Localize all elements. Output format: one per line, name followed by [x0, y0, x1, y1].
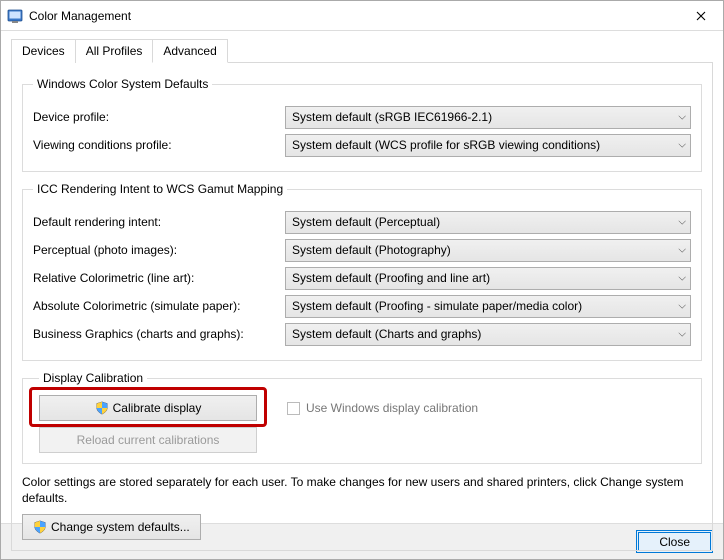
relative-colorimetric-value: System default (Proofing and line art): [292, 271, 490, 285]
absolute-colorimetric-label: Absolute Colorimetric (simulate paper):: [33, 299, 285, 313]
perceptual-value: System default (Photography): [292, 243, 451, 257]
chevron-down-icon: ⌵: [678, 273, 686, 284]
viewing-conditions-combobox[interactable]: System default (WCS profile for sRGB vie…: [285, 134, 691, 157]
perceptual-combobox[interactable]: System default (Photography) ⌵: [285, 239, 691, 262]
group-wcs-defaults: Windows Color System Defaults Device pro…: [22, 77, 702, 172]
use-windows-calibration-label: Use Windows display calibration: [306, 401, 478, 415]
checkbox-box: [287, 402, 300, 415]
change-system-defaults-label: Change system defaults...: [51, 520, 190, 534]
close-window-button[interactable]: [678, 1, 723, 31]
chevron-down-icon: ⌵: [678, 329, 686, 340]
chevron-down-icon: ⌵: [678, 140, 686, 151]
tab-devices[interactable]: Devices: [11, 39, 76, 63]
group-icc-mapping-legend: ICC Rendering Intent to WCS Gamut Mappin…: [33, 182, 287, 196]
group-icc-mapping: ICC Rendering Intent to WCS Gamut Mappin…: [22, 182, 702, 361]
device-profile-combobox[interactable]: System default (sRGB IEC61966-2.1) ⌵: [285, 106, 691, 129]
uac-shield-icon: [33, 520, 47, 534]
relative-colorimetric-combobox[interactable]: System default (Proofing and line art) ⌵: [285, 267, 691, 290]
absolute-colorimetric-combobox[interactable]: System default (Proofing - simulate pape…: [285, 295, 691, 318]
tab-strip: Devices All Profiles Advanced: [11, 39, 713, 62]
reload-calibrations-label: Reload current calibrations: [77, 433, 220, 447]
chevron-down-icon: ⌵: [678, 217, 686, 228]
business-graphics-value: System default (Charts and graphs): [292, 327, 481, 341]
calibrate-display-button[interactable]: Calibrate display: [39, 395, 257, 421]
business-graphics-combobox[interactable]: System default (Charts and graphs) ⌵: [285, 323, 691, 346]
info-text: Color settings are stored separately for…: [22, 474, 702, 506]
calibrate-display-label: Calibrate display: [113, 401, 202, 415]
relative-colorimetric-label: Relative Colorimetric (line art):: [33, 271, 285, 285]
titlebar: Color Management: [1, 1, 723, 31]
viewing-conditions-value: System default (WCS profile for sRGB vie…: [292, 138, 600, 152]
tab-all-profiles[interactable]: All Profiles: [75, 39, 154, 63]
default-intent-combobox[interactable]: System default (Perceptual) ⌵: [285, 211, 691, 234]
group-display-calibration-legend: Display Calibration: [39, 371, 147, 385]
default-intent-value: System default (Perceptual): [292, 215, 440, 229]
uac-shield-icon: [95, 401, 109, 415]
change-system-defaults-button[interactable]: Change system defaults...: [22, 514, 201, 540]
reload-calibrations-button: Reload current calibrations: [39, 427, 257, 453]
chevron-down-icon: ⌵: [678, 301, 686, 312]
device-profile-value: System default (sRGB IEC61966-2.1): [292, 110, 492, 124]
tab-advanced[interactable]: Advanced: [152, 39, 227, 63]
chevron-down-icon: ⌵: [678, 112, 686, 123]
business-graphics-label: Business Graphics (charts and graphs):: [33, 327, 285, 341]
perceptual-label: Perceptual (photo images):: [33, 243, 285, 257]
group-wcs-defaults-legend: Windows Color System Defaults: [33, 77, 212, 91]
app-icon: [7, 8, 23, 24]
viewing-conditions-label: Viewing conditions profile:: [33, 138, 285, 152]
tab-panel-advanced: Windows Color System Defaults Device pro…: [11, 62, 713, 551]
default-intent-label: Default rendering intent:: [33, 215, 285, 229]
chevron-down-icon: ⌵: [678, 245, 686, 256]
group-display-calibration: Display Calibration Calibrate display: [22, 371, 702, 464]
absolute-colorimetric-value: System default (Proofing - simulate pape…: [292, 299, 582, 313]
use-windows-calibration-checkbox[interactable]: Use Windows display calibration: [287, 401, 478, 415]
window-title: Color Management: [29, 9, 678, 23]
device-profile-label: Device profile:: [33, 110, 285, 124]
